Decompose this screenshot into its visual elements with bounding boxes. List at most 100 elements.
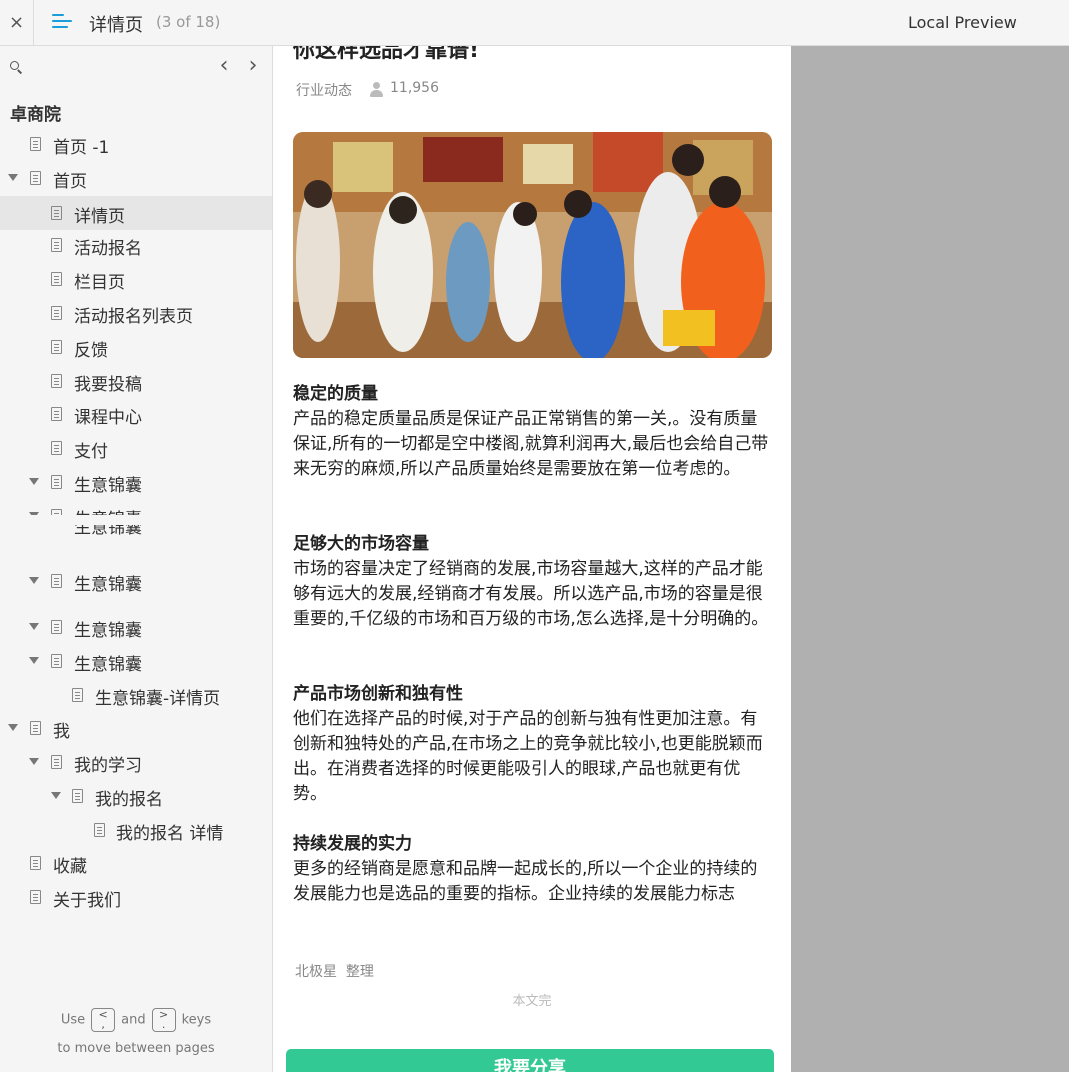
page-icon	[94, 823, 105, 837]
sidebar-item-payment[interactable]: 支付	[0, 433, 272, 463]
sidebar-item-my-signup-detail[interactable]: 我的报名 详情	[0, 815, 272, 845]
page-icon	[51, 509, 62, 515]
caret-down-icon[interactable]	[29, 512, 39, 515]
sidebar-item-label: 生意锦囊-详情页	[95, 689, 221, 709]
page-title: 详情页	[89, 15, 143, 36]
section-body: 市场的容量决定了经销商的发展,市场容量越大,这样的产品才能够有远大的发展,经销商…	[293, 559, 769, 629]
sidebar-item-label: 生意锦囊	[74, 525, 142, 538]
caret-down-icon[interactable]	[8, 724, 18, 731]
section-body: 他们在选择产品的时候,对于产品的创新与独有性更加注意。有创新和独特处的产品,在市…	[293, 709, 763, 804]
sidebar-item-label: 我	[53, 722, 70, 742]
sidebar-item-my-signups[interactable]: 我的报名	[0, 781, 272, 811]
page-icon	[51, 574, 62, 588]
prev-page-arrow-icon[interactable]: ‹	[214, 55, 234, 80]
caret-down-icon[interactable]	[51, 792, 61, 799]
caret-down-icon[interactable]	[29, 623, 39, 630]
sidebar-item-column[interactable]: 栏目页	[0, 264, 272, 294]
caret-down-icon[interactable]	[29, 758, 39, 765]
hint-text: keys	[181, 1012, 212, 1028]
sidebar-item-label: 我的报名 详情	[116, 824, 224, 844]
sidebar-item-business-tips[interactable]: 生意锦囊	[0, 566, 272, 596]
sidebar-item-label: 我要投稿	[74, 375, 142, 395]
page-icon	[30, 890, 41, 904]
sidebar-item-label: 生意锦囊	[74, 655, 142, 675]
project-name: 卓商院	[10, 105, 61, 125]
page-icon	[72, 688, 83, 702]
page-icon	[51, 374, 62, 388]
sidebar-item-label: 收藏	[53, 857, 87, 877]
page-icon	[51, 475, 62, 489]
sidebar-item-label: 我的学习	[74, 756, 142, 776]
section-body: 产品的稳定质量品质是保证产品正常销售的第一关,。没有质量保证,所有的一切都是空中…	[293, 409, 769, 479]
page-icon	[51, 407, 62, 421]
sidebar-item-event-list[interactable]: 活动报名列表页	[0, 298, 272, 328]
page-icon	[51, 755, 62, 769]
page-count: (3 of 18)	[156, 13, 221, 31]
hint-text: Use	[60, 1012, 86, 1028]
close-button[interactable]: ×	[0, 0, 34, 45]
article-category: 行业动态	[296, 83, 352, 99]
section-body: 更多的经销商是愿意和品牌一起成长的,所以一个企业的持续的发展能力也是选品的重要的…	[293, 859, 758, 904]
sidebar-item-business-tips[interactable]: 生意锦囊	[0, 501, 272, 515]
caret-down-icon[interactable]	[8, 174, 18, 181]
hint-text: and	[121, 1012, 146, 1028]
page-icon	[30, 137, 41, 151]
page-icon	[51, 620, 62, 634]
article-section: 足够大的市场容量 市场的容量决定了经销商的发展,市场容量越大,这样的产品才能够有…	[293, 532, 771, 632]
sidebar-item-business-tips[interactable]: 生意锦囊	[0, 612, 272, 642]
sidebar-item-label: 生意锦囊	[74, 575, 142, 595]
article-title: 你这样选品才靠谱!	[293, 46, 480, 63]
sidebar-item-event-signup[interactable]: 活动报名	[0, 230, 272, 260]
sidebar-item-home[interactable]: 首页	[0, 163, 272, 193]
section-heading: 稳定的质量	[293, 384, 378, 404]
sidebar-item-business-tips[interactable]: 生意锦囊	[0, 646, 272, 676]
preview-content: 你这样选品才靠谱! 行业动态 11,956 稳定的质量 产品的稳定质量品质是保证…	[273, 46, 791, 1072]
sidebar-item-business-tips-detail[interactable]: 生意锦囊-详情页	[0, 680, 272, 710]
article-author: 北极星 整理	[295, 964, 374, 980]
key-prev-icon: < ,	[91, 1008, 116, 1032]
sidebar-item-label: 反馈	[74, 341, 108, 361]
section-heading: 产品市场创新和独有性	[293, 684, 463, 704]
page-icon	[51, 238, 62, 252]
sidebar-item-detail[interactable]: 详情页	[0, 196, 272, 230]
sidebar-item-label: 生意锦囊	[74, 476, 142, 496]
article-section: 产品市场创新和独有性 他们在选择产品的时候,对于产品的创新与独有性更加注意。有创…	[293, 682, 771, 807]
sidebar-item-label: 详情页	[74, 207, 125, 227]
local-preview-label[interactable]: Local Preview	[908, 13, 1017, 32]
sidebar-item-favorites[interactable]: 收藏	[0, 848, 272, 878]
page-icon	[30, 171, 41, 185]
key-next-icon: > .	[151, 1008, 176, 1032]
sidebar-item-business-tips[interactable]: 生意锦囊	[0, 467, 272, 497]
search-icon[interactable]	[10, 61, 23, 74]
page-icon	[30, 721, 41, 735]
user-icon	[370, 82, 383, 97]
sidebar-item-label: 活动报名列表页	[74, 307, 193, 327]
page-icon	[51, 441, 62, 455]
sidebar-item-feedback[interactable]: 反馈	[0, 332, 272, 362]
sidebar-item-label: 支付	[74, 442, 108, 462]
page-icon	[51, 340, 62, 354]
sidebar-item-home-1[interactable]: 首页 -1	[0, 129, 272, 159]
article-section: 持续发展的实力 更多的经销商是愿意和品牌一起成长的,所以一个企业的持续的发展能力…	[293, 832, 771, 907]
sidebar-item-about-us[interactable]: 关于我们	[0, 882, 272, 912]
preview-background	[791, 46, 1069, 1072]
section-heading: 持续发展的实力	[293, 834, 412, 854]
sidebar-item-label: 栏目页	[74, 273, 125, 293]
caret-down-icon[interactable]	[29, 478, 39, 485]
page-icon	[51, 306, 62, 320]
sidebar-item-my-learning[interactable]: 我的学习	[0, 747, 272, 777]
caret-down-icon[interactable]	[29, 657, 39, 664]
sidebar-item-courses[interactable]: 课程中心	[0, 399, 272, 429]
sidebar-item-label: 生意锦囊	[74, 505, 142, 515]
sidebar-item-me[interactable]: 我	[0, 713, 272, 743]
menu-icon[interactable]	[52, 13, 72, 31]
caret-down-icon[interactable]	[29, 577, 39, 584]
page-icon	[72, 789, 83, 803]
sidebar-item-submit[interactable]: 我要投稿	[0, 366, 272, 396]
sidebar-item-business-tips[interactable]: 生意锦囊	[0, 525, 272, 541]
section-heading: 足够大的市场容量	[293, 534, 429, 554]
keyboard-hint-line2: to move between pages	[57, 1041, 215, 1056]
next-page-arrow-icon[interactable]: ›	[243, 55, 263, 80]
share-button[interactable]: 我要分享	[286, 1049, 774, 1072]
page-icon	[51, 206, 62, 220]
